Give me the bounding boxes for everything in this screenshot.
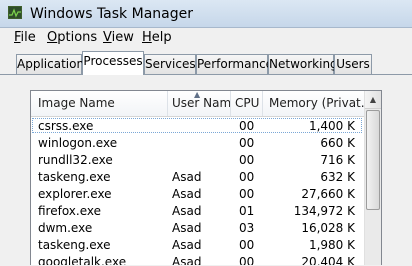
menu-file-label: ile: [20, 30, 36, 45]
menu-view[interactable]: View: [103, 30, 134, 45]
cell-cpu: 03: [239, 221, 255, 235]
scroll-up-arrow-icon[interactable]: ▲: [365, 91, 381, 109]
cell-memory: 1,980 K: [308, 238, 355, 252]
cell-image-name: googletalk.exe: [38, 255, 127, 265]
table-row[interactable]: firefox.exe Asad 01 134,972 K: [31, 203, 365, 220]
task-manager-icon: [8, 6, 22, 19]
cell-memory: 20,404 K: [301, 255, 355, 265]
cell-image-name: taskeng.exe: [38, 170, 111, 184]
cell-memory: 660 K: [320, 136, 355, 150]
menu-help-label: elp: [151, 30, 172, 45]
menu-bar: File Options View Help: [0, 28, 412, 49]
cell-image-name: csrss.exe: [38, 119, 94, 133]
cell-memory: 716 K: [320, 153, 355, 167]
cell-user-name: Asad: [172, 238, 202, 252]
cell-memory: 1,400 K: [308, 119, 355, 133]
scrollbar-thumb[interactable]: [366, 110, 380, 210]
cell-cpu: 00: [239, 187, 255, 201]
menu-options-label: ptions: [57, 30, 98, 45]
cell-cpu: 00: [239, 119, 255, 133]
table-row[interactable]: taskeng.exe Asad 00 1,980 K: [31, 237, 365, 254]
table-row[interactable]: csrss.exe 00 1,400 K: [31, 118, 365, 135]
tab-strip: Applications Processes Services Performa…: [0, 48, 412, 75]
menu-view-mnemonic: V: [103, 30, 112, 45]
vertical-scrollbar[interactable]: ▲: [364, 91, 381, 265]
cell-cpu: 00: [239, 255, 255, 265]
cell-image-name: taskeng.exe: [38, 238, 111, 252]
cell-user-name: Asad: [172, 221, 202, 235]
cell-user-name: Asad: [172, 187, 202, 201]
cell-image-name: rundll32.exe: [38, 153, 113, 167]
cell-cpu: 00: [239, 136, 255, 150]
menu-view-label: iew: [111, 30, 134, 45]
table-row[interactable]: rundll32.exe 00 716 K: [31, 152, 365, 169]
cell-memory: 27,660 K: [301, 187, 355, 201]
cell-memory: 632 K: [320, 170, 355, 184]
cell-image-name: explorer.exe: [38, 187, 112, 201]
tab-performance[interactable]: Performance: [196, 54, 273, 74]
tab-networking[interactable]: Networking: [268, 54, 338, 74]
cell-image-name: dwm.exe: [38, 221, 93, 235]
table-row[interactable]: winlogon.exe 00 660 K: [31, 135, 365, 152]
window-title: Windows Task Manager: [30, 6, 193, 22]
column-memory[interactable]: Memory (Privat...: [263, 91, 365, 116]
cell-user-name: Asad: [172, 255, 202, 265]
column-user-name-label: User Name: [172, 96, 231, 110]
sort-ascending-icon: ▲: [194, 91, 201, 99]
cell-memory: 134,972 K: [293, 204, 355, 218]
tab-services[interactable]: Services: [144, 54, 196, 74]
process-list[interactable]: Image Name ▲ User Name CPU Memory (Priva…: [30, 90, 382, 265]
cell-memory: 16,028 K: [301, 221, 355, 235]
menu-options-mnemonic: O: [47, 30, 58, 45]
cell-cpu: 01: [239, 204, 255, 218]
column-user-name[interactable]: ▲ User Name: [168, 91, 231, 116]
title-bar[interactable]: Windows Task Manager: [0, 0, 412, 28]
cell-cpu: 00: [239, 170, 255, 184]
cell-cpu: 00: [239, 153, 255, 167]
table-row[interactable]: googletalk.exe Asad 00 20,404 K: [31, 254, 365, 265]
table-row[interactable]: dwm.exe Asad 03 16,028 K: [31, 220, 365, 237]
cell-cpu: 00: [239, 238, 255, 252]
tab-applications[interactable]: Applications: [16, 54, 90, 74]
cell-user-name: Asad: [172, 204, 202, 218]
column-cpu[interactable]: CPU: [231, 91, 263, 116]
tab-processes[interactable]: Processes: [82, 51, 144, 75]
menu-help-mnemonic: H: [142, 30, 152, 45]
cell-image-name: winlogon.exe: [38, 136, 118, 150]
menu-file[interactable]: File: [14, 30, 36, 45]
cell-user-name: Asad: [172, 170, 202, 184]
column-header-row: Image Name ▲ User Name CPU Memory (Priva…: [31, 91, 365, 117]
menu-options[interactable]: Options: [47, 30, 97, 45]
column-image-name[interactable]: Image Name: [31, 91, 168, 116]
cell-image-name: firefox.exe: [38, 204, 102, 218]
table-row[interactable]: taskeng.exe Asad 00 632 K: [31, 169, 365, 186]
menu-help[interactable]: Help: [142, 30, 172, 45]
table-row[interactable]: explorer.exe Asad 00 27,660 K: [31, 186, 365, 203]
tab-users[interactable]: Users: [334, 54, 372, 74]
